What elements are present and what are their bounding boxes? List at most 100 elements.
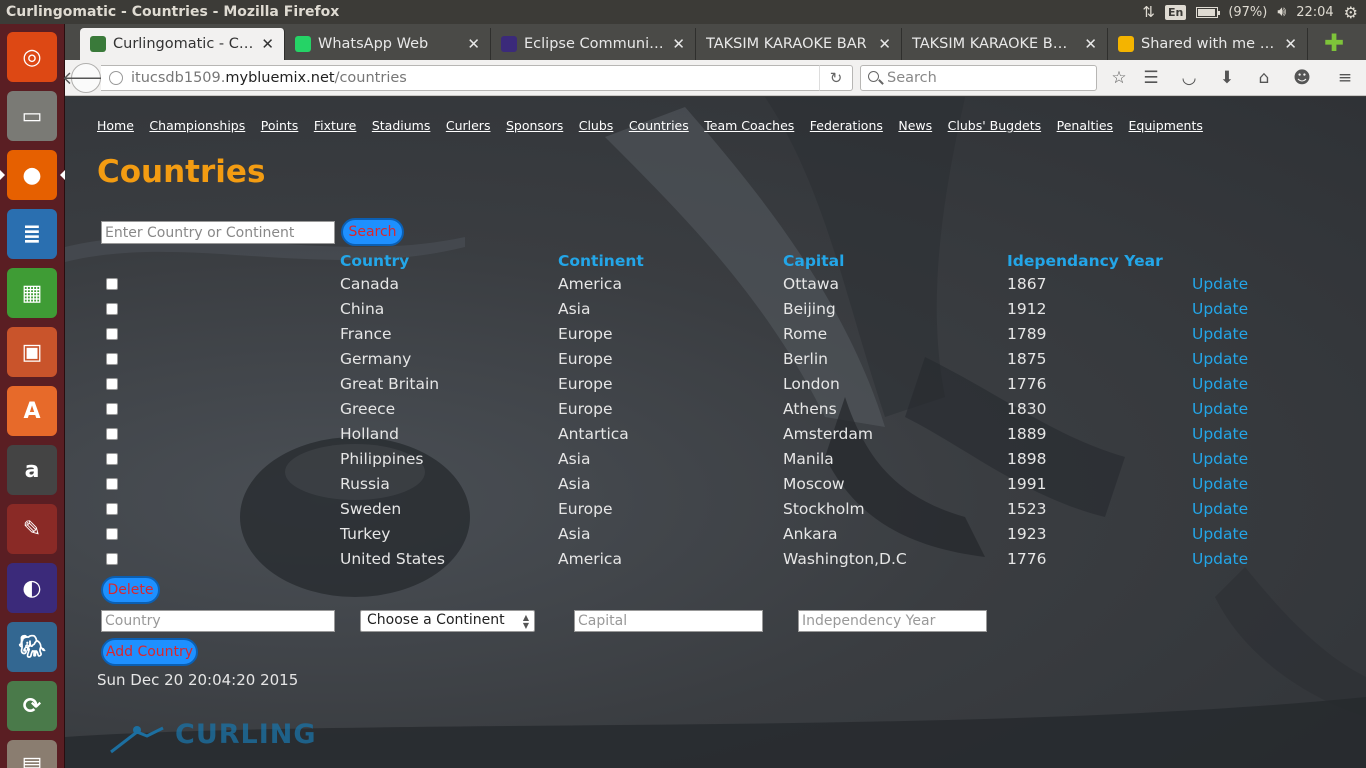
nav-link-clubs-bugdets[interactable]: Clubs' Bugdets — [948, 118, 1041, 133]
row-select-checkbox[interactable] — [106, 553, 118, 565]
nav-link-points[interactable]: Points — [261, 118, 299, 133]
browser-tab[interactable]: WhatsApp Web ✕ — [285, 28, 491, 60]
cell-capital: Ankara — [783, 525, 838, 543]
cell-capital: Beijing — [783, 300, 836, 318]
new-tab-plus-icon[interactable]: ✚ — [1324, 31, 1344, 55]
row-select-checkbox[interactable] — [106, 428, 118, 440]
firefox-icon[interactable]: ● — [0, 150, 65, 200]
nav-link-team-coaches[interactable]: Team Coaches — [704, 118, 794, 133]
back-arrow-icon[interactable]: 🡐︎ — [62, 63, 110, 93]
update-link[interactable]: Update — [1192, 350, 1248, 368]
downloads-arrow-icon[interactable]: ⬇ — [1216, 67, 1238, 89]
postgresql-icon[interactable]: 🐘︎ — [7, 622, 57, 672]
tab-close-icon[interactable]: ✕ — [467, 35, 480, 53]
row-select-checkbox[interactable] — [106, 278, 118, 290]
row-select-checkbox[interactable] — [106, 303, 118, 315]
eclipse-icon[interactable]: ◐ — [7, 563, 57, 613]
bookmark-star-icon[interactable]: ☆ — [1108, 67, 1130, 89]
writer-icon[interactable]: ≣ — [7, 209, 57, 259]
new-country-input[interactable] — [101, 610, 335, 632]
reading-list-icon[interactable]: ☰ — [1140, 67, 1162, 89]
row-select-checkbox[interactable] — [106, 378, 118, 390]
nav-link-countries[interactable]: Countries — [629, 118, 689, 133]
browser-tab[interactable]: Shared with me - Go... ✕ — [1108, 28, 1308, 60]
browser-search-box[interactable]: Search — [860, 65, 1097, 91]
tab-close-icon[interactable]: ✕ — [672, 35, 685, 53]
keyboard-layout-indicator[interactable]: En — [1164, 4, 1187, 20]
cell-continent: Europe — [558, 400, 613, 418]
home-icon[interactable]: ⌂ — [1253, 67, 1275, 89]
row-select-checkbox[interactable] — [106, 478, 118, 490]
row-select-checkbox[interactable] — [106, 403, 118, 415]
cell-capital: Berlin — [783, 350, 828, 368]
new-independence-year-input[interactable] — [798, 610, 987, 632]
clock[interactable]: 22:04 — [1296, 5, 1333, 20]
nav-link-stadiums[interactable]: Stadiums — [372, 118, 431, 133]
nav-link-clubs[interactable]: Clubs — [579, 118, 614, 133]
update-link[interactable]: Update — [1192, 400, 1248, 418]
nav-link-federations[interactable]: Federations — [810, 118, 883, 133]
delete-button[interactable]: Delete — [101, 576, 160, 604]
tab-close-icon[interactable]: ✕ — [1084, 35, 1097, 53]
nav-link-equipments[interactable]: Equipments — [1129, 118, 1203, 133]
row-select-checkbox[interactable] — [106, 453, 118, 465]
update-link[interactable]: Update — [1192, 525, 1248, 543]
search-button[interactable]: Search — [341, 218, 404, 246]
site-info-globe-icon[interactable] — [109, 71, 123, 85]
cell-capital: Washington,D.C — [783, 550, 907, 568]
ubuntu-dash-icon[interactable]: ◎ — [7, 32, 57, 82]
chat-smiley-icon[interactable]: ☻ — [1291, 67, 1313, 89]
update-link[interactable]: Update — [1192, 500, 1248, 518]
nav-link-news[interactable]: News — [898, 118, 932, 133]
network-transfer-icon[interactable]: ⇅ — [1142, 3, 1155, 21]
nav-link-home[interactable]: Home — [97, 118, 134, 133]
browser-tab[interactable]: TAKSIM KARAOKE BAR... ✕ — [902, 28, 1108, 60]
update-link[interactable]: Update — [1192, 375, 1248, 393]
software-center-icon[interactable]: A — [7, 386, 57, 436]
tab-favicon-icon — [90, 36, 106, 52]
country-search-input[interactable] — [101, 221, 335, 244]
amazon-icon[interactable]: a — [7, 445, 57, 495]
row-select-checkbox[interactable] — [106, 528, 118, 540]
system-settings-icon[interactable]: ✎ — [7, 504, 57, 554]
tab-close-icon[interactable]: ✕ — [1284, 35, 1297, 53]
table-row: China Asia Beijing 1912 Update — [65, 299, 1366, 324]
row-select-checkbox[interactable] — [106, 503, 118, 515]
update-link[interactable]: Update — [1192, 275, 1248, 293]
calc-icon[interactable]: ▦ — [7, 268, 57, 318]
tab-close-icon[interactable]: ✕ — [878, 35, 891, 53]
update-link[interactable]: Update — [1192, 450, 1248, 468]
update-link[interactable]: Update — [1192, 300, 1248, 318]
nav-link-curlers[interactable]: Curlers — [446, 118, 491, 133]
add-country-button[interactable]: Add Country — [101, 638, 198, 666]
reload-icon[interactable]: ↻ — [819, 65, 853, 91]
browser-tab[interactable]: Curlingomatic - Cou... ✕ — [80, 28, 285, 60]
update-link[interactable]: Update — [1192, 425, 1248, 443]
files-icon[interactable]: ▭ — [7, 91, 57, 141]
continent-select[interactable]: Choose a Continent ▲ ▼ — [360, 610, 535, 632]
row-select-checkbox[interactable] — [106, 328, 118, 340]
update-link[interactable]: Update — [1192, 325, 1248, 343]
update-link[interactable]: Update — [1192, 475, 1248, 493]
settings-gear-icon[interactable]: ⚙ — [1344, 3, 1358, 22]
table-row: France Europe Rome 1789 Update — [65, 324, 1366, 349]
row-select-checkbox[interactable] — [106, 353, 118, 365]
browser-tab[interactable]: Eclipse Community ... ✕ — [491, 28, 696, 60]
browser-tab[interactable]: TAKSIM KARAOKE BAR ✕ — [696, 28, 902, 60]
impress-icon[interactable]: ▣ — [7, 327, 57, 377]
cell-capital: Moscow — [783, 475, 845, 493]
tab-close-icon[interactable]: ✕ — [261, 35, 274, 53]
software-updater-icon[interactable]: ⟳ — [7, 681, 57, 731]
nav-link-fixture[interactable]: Fixture — [314, 118, 357, 133]
update-link[interactable]: Update — [1192, 550, 1248, 568]
url-bar[interactable]: itucsdb1509.mybluemix.net/countries ▼ — [101, 65, 852, 91]
pocket-icon[interactable]: ◡ — [1178, 67, 1200, 89]
nav-link-penalties[interactable]: Penalties — [1057, 118, 1113, 133]
hamburger-menu-icon[interactable]: ≡ — [1334, 67, 1356, 89]
new-capital-input[interactable] — [574, 610, 763, 632]
nav-link-championships[interactable]: Championships — [149, 118, 245, 133]
nav-link-sponsors[interactable]: Sponsors — [506, 118, 563, 133]
volume-icon[interactable]: 🔊︎ — [1277, 4, 1286, 20]
workspace-switcher-icon[interactable]: ▤ — [7, 740, 57, 768]
battery-icon[interactable] — [1196, 6, 1221, 18]
